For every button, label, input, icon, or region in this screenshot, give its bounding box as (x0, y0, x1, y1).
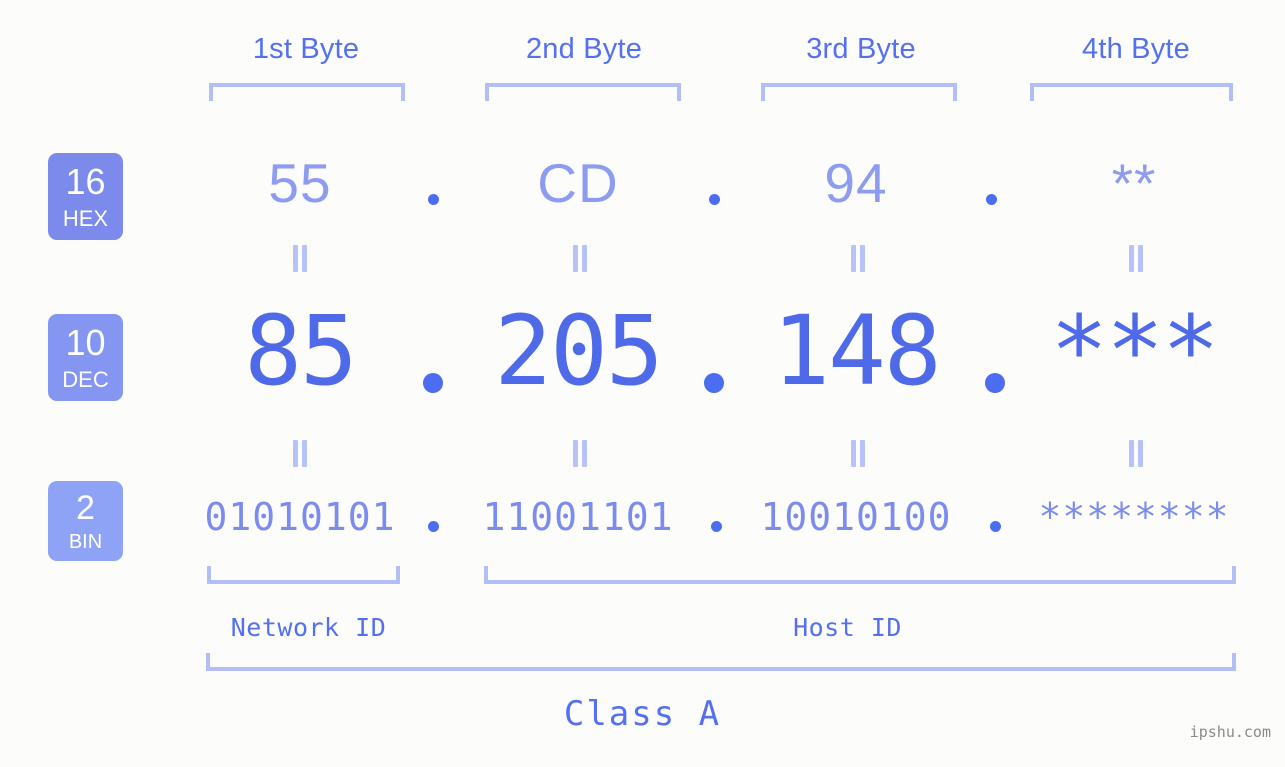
equals-mark-dec-bin-1 (293, 440, 307, 467)
bin-separator-dot-2 (711, 521, 722, 532)
hex-octet-2: CD (537, 152, 619, 214)
dec-octet-2: 205 (494, 295, 663, 407)
byte-bracket-top-4 (1030, 83, 1233, 101)
base-badge-dec-abbr: DEC (62, 367, 109, 392)
bin-octet-1: 01010101 (204, 495, 396, 539)
base-badge-dec-number: 10 (65, 322, 106, 363)
bin-separator-dot-1 (428, 521, 439, 532)
hex-octet-1: 55 (268, 152, 332, 214)
dec-separator-dot-3 (985, 373, 1005, 393)
dec-octet-1: 85 (244, 295, 358, 407)
equals-mark-dec-bin-4 (1129, 440, 1143, 467)
base-badge-bin-abbr: BIN (68, 531, 103, 553)
bin-octet-3: 10010100 (760, 495, 952, 539)
host-id-bracket (484, 566, 1236, 584)
site-watermark: ipshu.com (1189, 723, 1271, 741)
equals-mark-hex-dec-4 (1129, 245, 1143, 272)
host-id-label: Host ID (793, 613, 902, 642)
class-label: Class A (563, 694, 722, 734)
class-bracket (206, 653, 1236, 671)
network-id-label: Network ID (230, 613, 387, 642)
base-badge-bin: 2 BIN (48, 481, 123, 561)
hex-octet-3: 94 (824, 152, 888, 214)
dec-octet-3: 148 (772, 295, 941, 407)
byte-bracket-top-2 (485, 83, 681, 101)
equals-mark-dec-bin-3 (851, 440, 865, 467)
byte-header-4: 4th Byte (1082, 33, 1190, 65)
base-badge-hex-abbr: HEX (62, 206, 109, 231)
byte-header-3: 3rd Byte (806, 33, 916, 65)
hex-octet-4: ** (1111, 152, 1157, 214)
byte-bracket-top-1 (209, 83, 405, 101)
bin-octet-2: 11001101 (482, 495, 674, 539)
byte-header-1: 1st Byte (252, 33, 360, 65)
network-id-bracket (207, 566, 400, 584)
hex-separator-dot-2 (709, 194, 720, 205)
base-badge-hex-number: 16 (65, 161, 106, 202)
equals-mark-hex-dec-1 (293, 245, 307, 272)
bin-separator-dot-3 (990, 521, 1001, 532)
base-badge-hex: 16 HEX (48, 153, 123, 240)
byte-header-2: 2nd Byte (525, 33, 643, 65)
base-badge-bin-number: 2 (76, 489, 95, 527)
hex-separator-dot-3 (986, 194, 997, 205)
base-badge-dec: 10 DEC (48, 314, 123, 401)
hex-separator-dot-1 (428, 194, 439, 205)
ip-breakdown-diagram: 1st Byte 2nd Byte 3rd Byte 4th Byte 16 H… (0, 0, 1285, 767)
dec-octet-4: *** (1050, 295, 1219, 407)
equals-mark-hex-dec-3 (851, 245, 865, 272)
dec-separator-dot-2 (704, 373, 724, 393)
byte-bracket-top-3 (761, 83, 957, 101)
dec-separator-dot-1 (423, 373, 443, 393)
equals-mark-dec-bin-2 (573, 440, 587, 467)
bin-octet-4: ******** (1038, 495, 1230, 539)
equals-mark-hex-dec-2 (573, 245, 587, 272)
